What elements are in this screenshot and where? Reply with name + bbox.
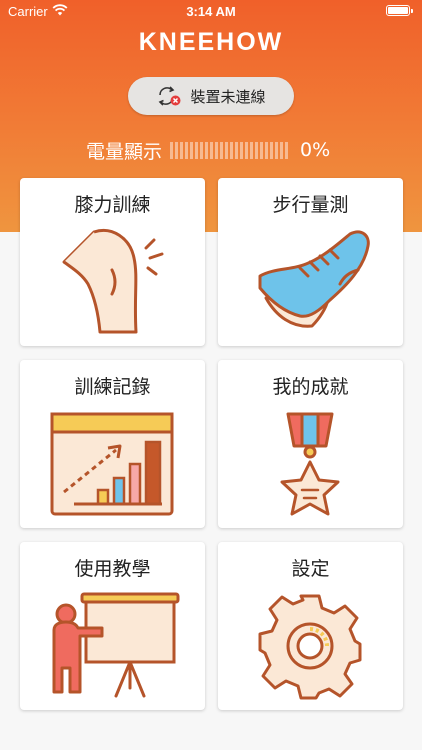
battery-icon — [386, 5, 413, 16]
menu-card-walking-measurement[interactable]: 步行量測 — [218, 178, 403, 346]
menu-card-settings[interactable]: 設定 — [218, 542, 403, 710]
battery-label: 電量顯示 — [86, 140, 163, 163]
sync-disconnected-icon — [159, 86, 181, 106]
menu-card-tutorial[interactable]: 使用教學 — [20, 542, 205, 710]
shoe-icon — [258, 230, 370, 328]
menu-card-knee-training[interactable]: 膝力訓練 — [20, 178, 205, 346]
battery-percent: 0% — [300, 139, 331, 161]
bar-chart-icon — [50, 412, 174, 516]
menu-card-training-records[interactable]: 訓練記錄 — [20, 360, 205, 528]
medal-icon — [280, 412, 340, 516]
clock: 3:14 AM — [186, 4, 236, 19]
knee-icon — [62, 229, 164, 334]
app-logo: KNEEHOW — [138, 28, 284, 56]
menu-card-achievements[interactable]: 我的成就 — [218, 360, 403, 528]
menu-card-label: 使用教學 — [74, 558, 151, 580]
menu-card-label: 訓練記錄 — [74, 376, 151, 398]
menu-card-label: 設定 — [291, 558, 330, 580]
menu-card-label: 我的成就 — [272, 376, 349, 398]
menu-card-label: 步行量測 — [272, 194, 349, 216]
presentation-icon — [52, 592, 180, 698]
battery-level-bar — [170, 141, 289, 159]
device-connection-button[interactable]: 裝置未連線 — [128, 77, 294, 115]
menu-card-label: 膝力訓練 — [74, 194, 151, 216]
status-bar: Carrier 3:14 AM — [0, 0, 422, 24]
battery-indicator: 電量顯示 0% — [86, 138, 331, 163]
gear-icon — [258, 594, 362, 700]
connection-status-label: 裝置未連線 — [190, 87, 266, 106]
